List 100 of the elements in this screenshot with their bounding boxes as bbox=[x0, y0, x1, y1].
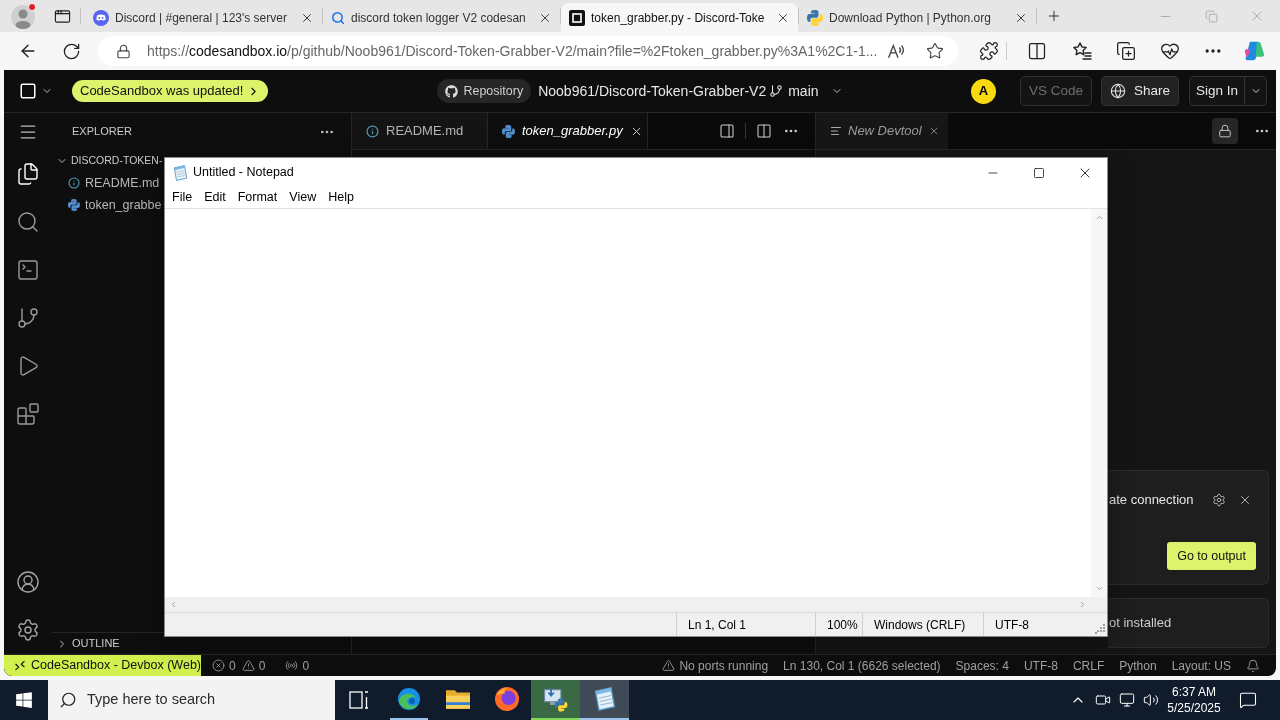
python-icon bbox=[807, 9, 823, 26]
vertical-scrollbar[interactable] bbox=[1091, 208, 1107, 597]
search-field[interactable]: Type here to search bbox=[48, 680, 335, 720]
browser-tab[interactable]: token_grabber.py - Discord-Toke bbox=[561, 3, 798, 32]
info-icon bbox=[68, 177, 80, 189]
explorer-title: EXPLORER bbox=[72, 124, 132, 140]
horizontal-scrollbar[interactable] bbox=[165, 597, 1107, 612]
ports-count: 0 bbox=[302, 657, 310, 675]
editor-tab[interactable]: README.md bbox=[352, 113, 488, 149]
refresh-icon[interactable] bbox=[62, 41, 81, 61]
remote-icon bbox=[15, 660, 25, 671]
camera-icon[interactable] bbox=[1095, 692, 1111, 708]
favorites-icon[interactable] bbox=[1072, 41, 1092, 61]
sign-in-button[interactable]: Sign In bbox=[1189, 76, 1245, 106]
sign-in-menu-button[interactable] bbox=[1245, 76, 1267, 106]
ports-status-button[interactable]: No ports running bbox=[662, 656, 769, 675]
user-avatar[interactable]: A bbox=[971, 78, 996, 104]
task-view-icon[interactable] bbox=[349, 691, 370, 709]
window-title: Untitled - Notepad bbox=[193, 164, 294, 182]
extensions-icon[interactable] bbox=[16, 402, 40, 426]
python-icon bbox=[502, 124, 515, 138]
tree-item[interactable]: token_grabbe bbox=[68, 195, 162, 215]
settings-icon[interactable] bbox=[1212, 492, 1226, 507]
repository-button[interactable]: Repository bbox=[437, 79, 532, 103]
menu-item[interactable]: Help bbox=[322, 188, 360, 207]
menu-item[interactable]: View bbox=[283, 188, 323, 207]
devtool-tab[interactable]: New Devtool bbox=[816, 113, 948, 149]
status-item[interactable]: Python bbox=[1119, 656, 1157, 675]
remote-status-button[interactable]: CodeSandbox - Devbox (Web) bbox=[4, 655, 201, 676]
menu-item[interactable]: Edit bbox=[198, 188, 232, 207]
outline-header[interactable]: OUTLINE bbox=[56, 635, 120, 652]
lock-button[interactable] bbox=[1212, 118, 1238, 144]
settings-icon[interactable] bbox=[16, 618, 40, 642]
lock-icon bbox=[1218, 124, 1232, 138]
source-control-icon[interactable] bbox=[16, 306, 40, 330]
menu-item[interactable]: Format bbox=[231, 188, 284, 207]
go-to-output-button[interactable]: Go to output bbox=[1167, 542, 1256, 570]
status-item[interactable]: CRLF bbox=[1072, 656, 1105, 675]
share-button[interactable]: Share bbox=[1101, 76, 1179, 106]
scroll-up-icon bbox=[1094, 213, 1104, 222]
square-menu-icon[interactable] bbox=[19, 82, 37, 100]
folder-icon bbox=[445, 689, 470, 709]
collections-icon[interactable] bbox=[1116, 41, 1136, 61]
network-icon[interactable] bbox=[1118, 692, 1135, 708]
resize-grip-icon[interactable] bbox=[1095, 624, 1105, 634]
search-icon bbox=[59, 691, 77, 709]
tree-folder[interactable]: DISCORD-TOKEN- bbox=[56, 153, 163, 169]
notifications-icon[interactable] bbox=[1246, 658, 1260, 673]
status-text: Windows (CRLF) bbox=[862, 613, 983, 636]
address-field[interactable]: https://codesandbox.io/p/github/Noob961/Discord-Token-Grabber-V2/main?file=%2Ftoken_grabber.py%3A1%2C1-1... bbox=[98, 36, 958, 66]
tree-item[interactable]: README.md bbox=[68, 173, 160, 193]
globe-icon bbox=[1110, 83, 1126, 99]
status-item[interactable]: Layout: US bbox=[1171, 656, 1231, 675]
notification-message: ot installed bbox=[1108, 614, 1172, 633]
status-item[interactable]: UTF-8 bbox=[1023, 656, 1058, 675]
scroll-right-icon bbox=[1078, 600, 1087, 609]
panel-icon[interactable] bbox=[719, 123, 735, 139]
notification-center-icon[interactable] bbox=[1239, 691, 1257, 709]
copilot-logo-icon[interactable] bbox=[1243, 40, 1265, 62]
error-icon bbox=[212, 659, 225, 672]
windows-start-icon[interactable] bbox=[15, 691, 33, 709]
volume-icon[interactable] bbox=[1142, 692, 1159, 708]
browser-tab[interactable]: Download Python | Python.org bbox=[799, 3, 1036, 32]
info-icon bbox=[366, 124, 379, 138]
status-item[interactable]: Ln 130, Col 1 (6626 selected) bbox=[783, 656, 941, 675]
warning-icon bbox=[241, 659, 255, 672]
tab-actions-icon[interactable] bbox=[54, 7, 71, 25]
lines-icon bbox=[830, 125, 842, 137]
menu-item[interactable]: File bbox=[166, 188, 199, 207]
split-editor-icon[interactable] bbox=[756, 123, 772, 139]
new-tab-icon[interactable] bbox=[1046, 8, 1062, 24]
maximize-icon[interactable] bbox=[1033, 166, 1045, 179]
warning-count: 0 bbox=[258, 657, 266, 675]
browser-tab[interactable]: Discord | #general | 123's server bbox=[85, 3, 322, 32]
profile-avatar-icon[interactable] bbox=[8, 2, 37, 30]
taskbar-app-button[interactable] bbox=[531, 680, 580, 720]
terminal-icon[interactable] bbox=[16, 258, 40, 282]
favorite-star-icon[interactable] bbox=[926, 42, 944, 60]
split-screen-icon[interactable] bbox=[1027, 41, 1047, 61]
update-banner-button[interactable]: CodeSandbox was updated! bbox=[72, 80, 269, 102]
branch-icon bbox=[769, 84, 784, 98]
search-icon[interactable] bbox=[16, 210, 40, 234]
extensions-icon[interactable] bbox=[979, 41, 999, 61]
error-count: 0 bbox=[229, 657, 236, 675]
status-item[interactable]: Spaces: 4 bbox=[955, 656, 1009, 675]
clock[interactable]: 6:37 AM 5/25/2025 bbox=[1163, 680, 1225, 720]
notepad-icon bbox=[593, 687, 616, 711]
heart-pulse-icon[interactable] bbox=[1160, 41, 1180, 61]
repo-name: Noob961/Discord-Token-Grabber-V2 bbox=[538, 81, 767, 101]
read-aloud-icon[interactable] bbox=[887, 42, 905, 60]
warning-icon bbox=[662, 659, 676, 672]
scroll-down-icon bbox=[1094, 584, 1104, 593]
files-icon[interactable] bbox=[16, 162, 40, 186]
branch-name: main bbox=[788, 81, 819, 101]
browser-tab[interactable]: discord token logger V2 codesan bbox=[323, 3, 560, 32]
taskbar-app-button[interactable] bbox=[580, 680, 629, 720]
installer-icon bbox=[543, 686, 568, 712]
account-icon[interactable] bbox=[16, 570, 40, 594]
editor-tab[interactable]: token_grabber.py bbox=[488, 113, 648, 149]
notification-message: ate connection bbox=[1108, 490, 1195, 509]
